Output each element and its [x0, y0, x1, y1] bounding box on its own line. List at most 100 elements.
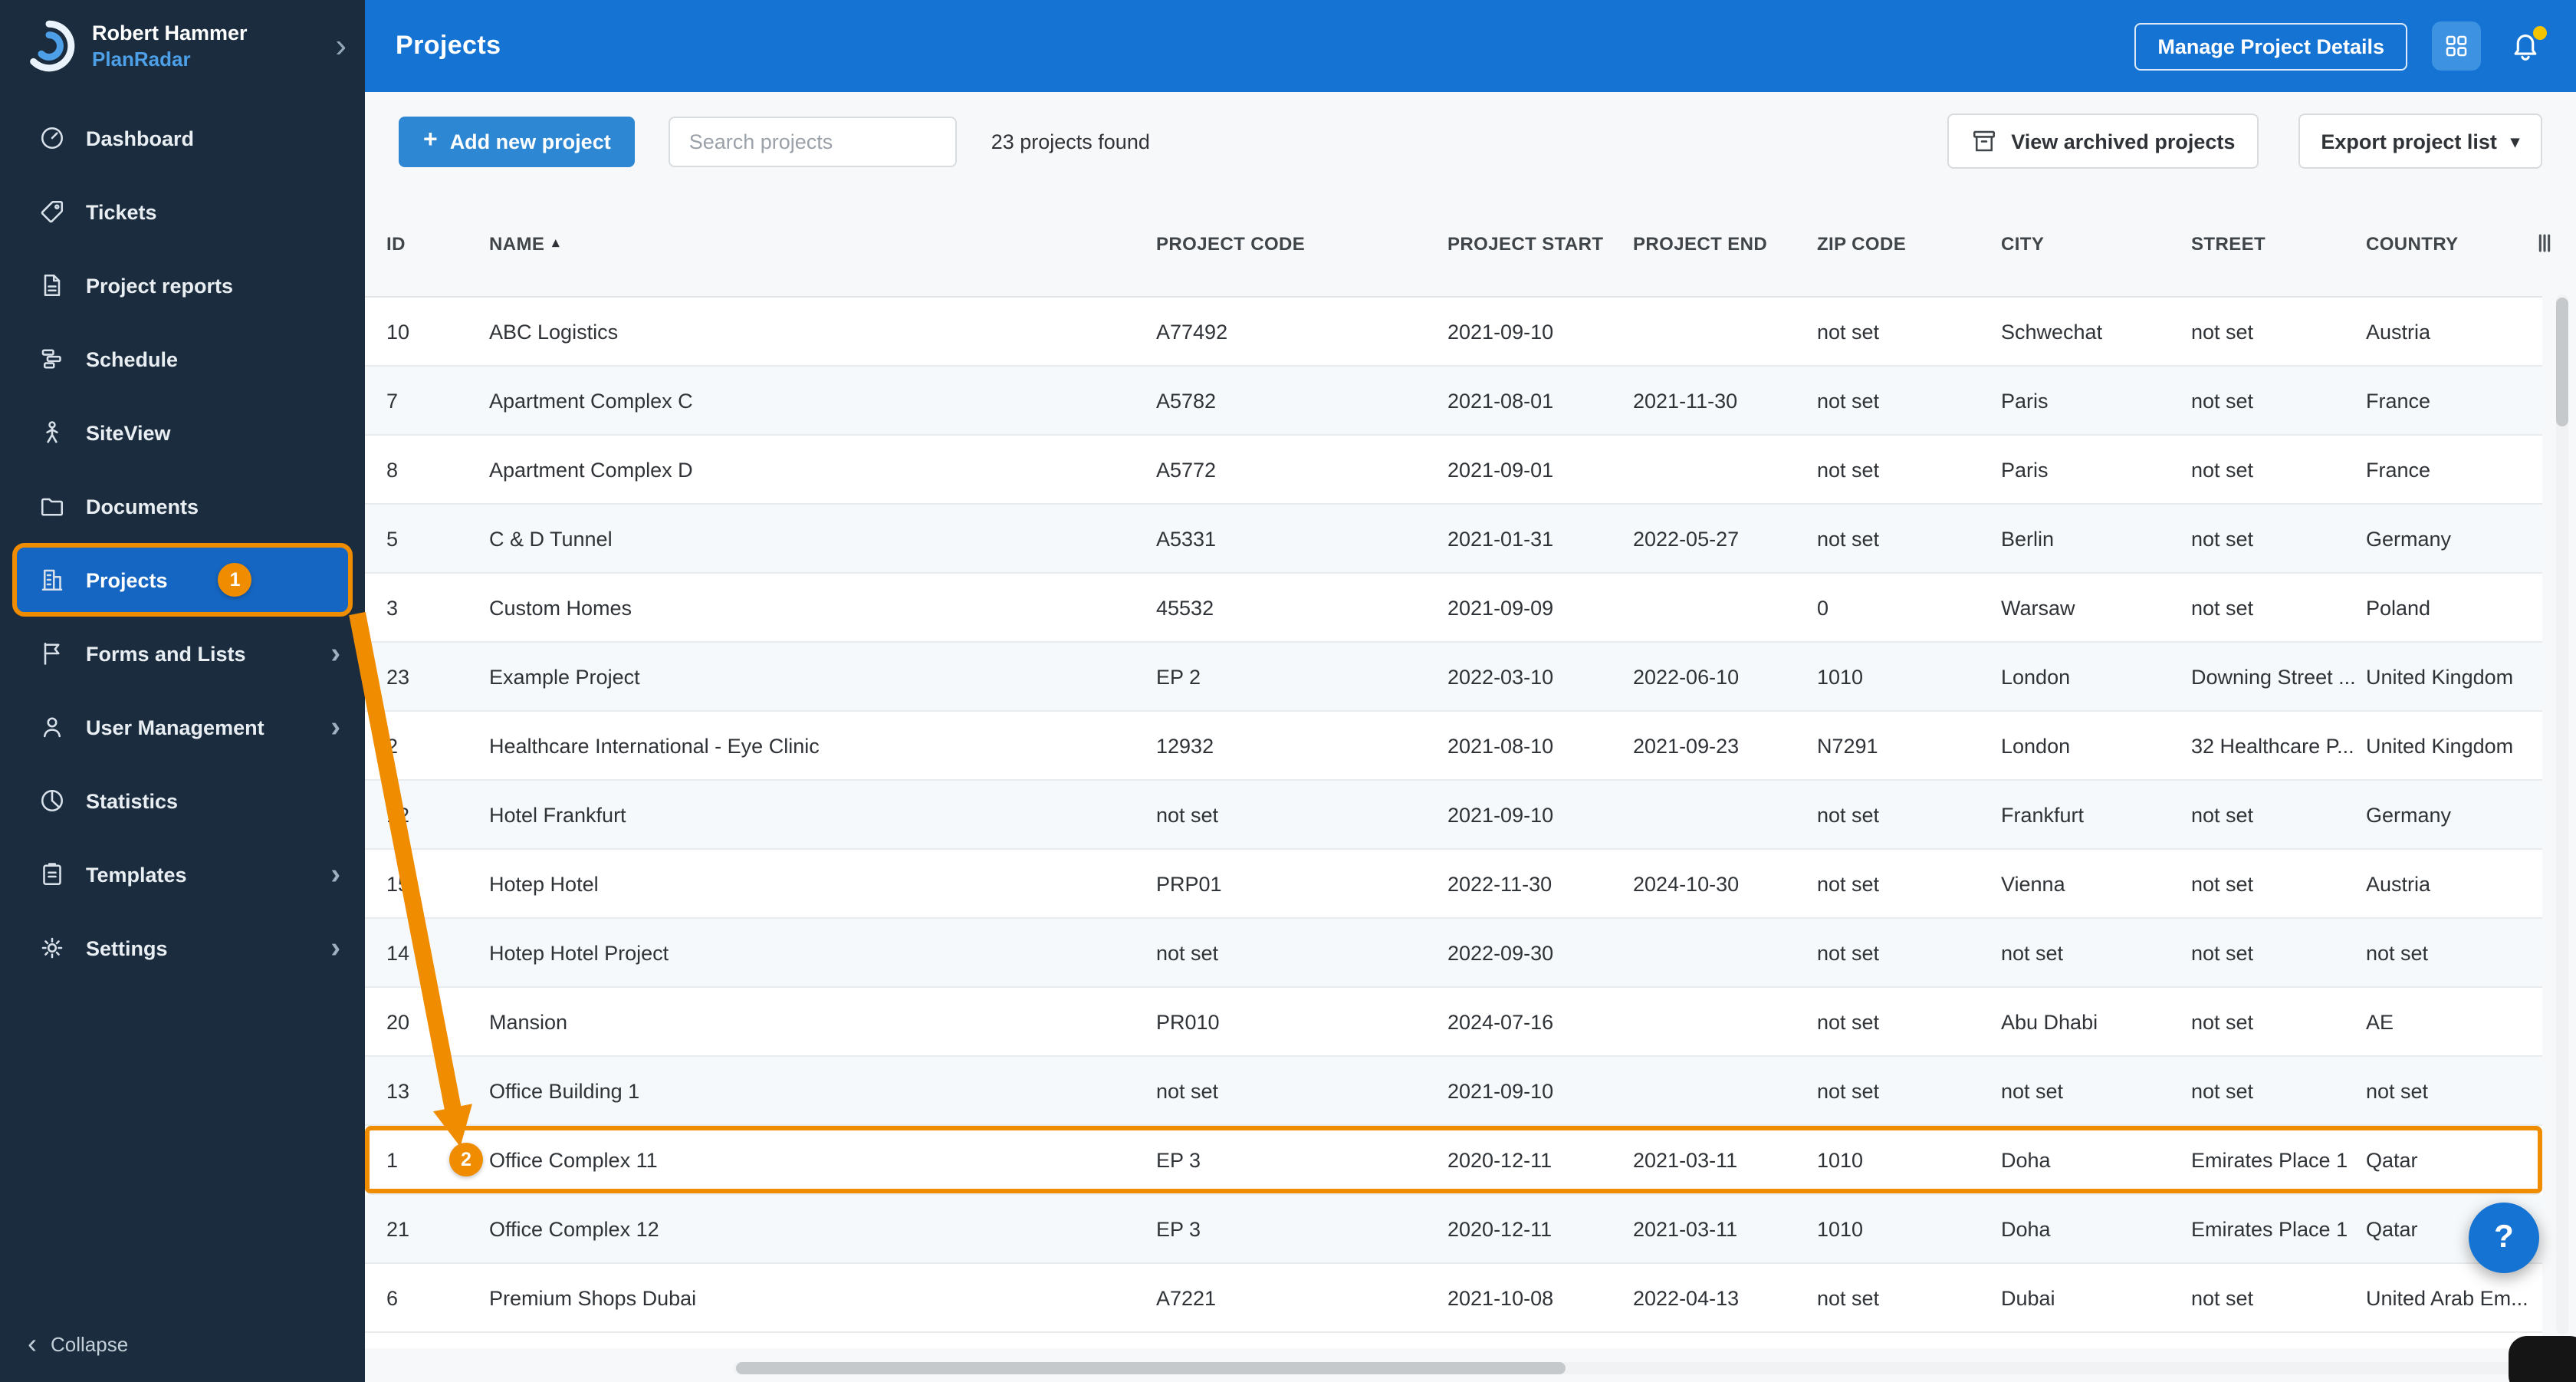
sidebar-item-label: User Management — [86, 716, 264, 739]
cell-city: Paris — [2001, 458, 2049, 481]
column-label: PROJECT CODE — [1156, 232, 1306, 254]
vertical-scrollbar[interactable] — [2556, 294, 2568, 1334]
sidebar-item-templates[interactable]: Templates › — [0, 837, 365, 911]
table-row-highlighted[interactable]: 1 Office Complex 11 EP 3 2020-12-11 2021-03-… — [365, 1126, 2542, 1195]
collapse-button[interactable]: ‹ Collapse — [0, 1305, 365, 1382]
cell-zip-code: 1010 — [1817, 1217, 1864, 1240]
sidebar-item-user-management[interactable]: User Management › — [0, 690, 365, 764]
cell-city: London — [2001, 734, 2071, 757]
column-settings-button[interactable] — [2528, 227, 2561, 259]
column-header-project-end[interactable]: PROJECT END — [1633, 232, 1817, 254]
sidebar-item-forms-and-lists[interactable]: Forms and Lists › — [0, 617, 365, 690]
chevron-right-icon: › — [330, 858, 340, 890]
column-header-country[interactable]: COUNTRY — [2366, 232, 2542, 254]
cell-id: 7 — [386, 389, 399, 412]
results-count: 23 projects found — [991, 130, 1150, 153]
view-archived-projects-button[interactable]: View archived projects — [1947, 114, 2259, 169]
cell-id: 10 — [386, 320, 410, 343]
cell-id: 12 — [386, 803, 410, 826]
sidebar-item-schedule[interactable]: Schedule — [0, 322, 365, 396]
search-input[interactable] — [669, 116, 958, 166]
column-header-zip-code[interactable]: ZIP CODE — [1817, 232, 2001, 254]
table-row[interactable]: 6 Premium Shops Dubai A7221 2021-10-08 2022-… — [365, 1264, 2542, 1333]
table-row[interactable]: 7 Apartment Complex C A5782 2021-08-01 2021-… — [365, 367, 2542, 436]
cell-project-code: not set — [1156, 941, 1219, 964]
sidebar-item-settings[interactable]: Settings › — [0, 911, 365, 985]
cell-project-code: EP 2 — [1156, 665, 1201, 688]
column-header-name[interactable]: NAME ▴ — [489, 232, 1156, 254]
column-header-id[interactable]: ID — [386, 232, 489, 254]
help-button[interactable]: ? — [2469, 1203, 2539, 1273]
sidebar-item-project-reports[interactable]: Project reports — [0, 248, 365, 322]
cell-name: Hotel Frankfurt — [489, 803, 626, 826]
column-header-project-start[interactable]: PROJECT START — [1447, 232, 1633, 254]
cell-name: Apartment Complex D — [489, 458, 693, 481]
manage-project-details-button[interactable]: Manage Project Details — [2134, 22, 2407, 70]
table-row[interactable]: 2 Healthcare International - Eye Clinic 12… — [365, 712, 2542, 781]
column-header-project-code[interactable]: PROJECT CODE — [1156, 232, 1447, 254]
siteview-icon — [38, 419, 66, 446]
add-new-project-label: Add new project — [449, 130, 611, 153]
cell-city: Frankfurt — [2001, 803, 2085, 826]
sidebar-item-siteview[interactable]: SiteView — [0, 396, 365, 469]
table-row[interactable]: 14 Hotep Hotel Project not set 2022-09-30 no… — [365, 919, 2542, 988]
table-row[interactable]: 10 ABC Logistics A77492 2021-09-10 not set Sc… — [365, 298, 2542, 367]
notification-dot — [2533, 26, 2547, 40]
table-row[interactable]: 20 Mansion PR010 2024-07-16 not set Abu Dhabi… — [365, 988, 2542, 1057]
column-label: COUNTRY — [2366, 232, 2459, 254]
table-row[interactable]: 13 Office Building 1 not set 2021-09-10 not … — [365, 1057, 2542, 1126]
user-profile[interactable]: Robert Hammer PlanRadar › — [0, 0, 365, 92]
table-row[interactable]: 5 C & D Tunnel A5331 2021-01-31 2022-05-27 no… — [365, 505, 2542, 574]
sidebar-item-dashboard[interactable]: Dashboard — [0, 101, 365, 175]
table-row[interactable]: 21 Office Complex 12 EP 3 2020-12-11 2021-03… — [365, 1195, 2542, 1264]
sidebar-item-tickets[interactable]: Tickets — [0, 175, 365, 248]
step-1-badge: 1 — [218, 563, 252, 597]
cell-name: Mansion — [489, 1010, 568, 1033]
column-label: PROJECT START — [1447, 232, 1604, 254]
add-new-project-button[interactable]: + Add new project — [399, 116, 636, 166]
view-archived-label: View archived projects — [2011, 130, 2236, 153]
column-header-city[interactable]: CITY — [2001, 232, 2191, 254]
table-row[interactable]: 15 Hotep Hotel PRP01 2022-11-30 2024-10-30 no… — [365, 850, 2542, 919]
cell-project-start: 2022-09-30 — [1447, 941, 1554, 964]
vertical-scrollbar-thumb[interactable] — [2556, 298, 2568, 426]
cell-project-code: PRP01 — [1156, 872, 1222, 895]
sidebar-item-statistics[interactable]: Statistics — [0, 764, 365, 837]
horizontal-scrollbar-thumb[interactable] — [736, 1362, 1566, 1374]
table-row[interactable]: 23 Example Project EP 2 2022-03-10 2022-06-1… — [365, 643, 2542, 712]
export-project-list-button[interactable]: Export project list ▾ — [2298, 114, 2542, 169]
cell-project-end: 2021-03-11 — [1633, 1148, 1738, 1171]
sidebar-item-projects[interactable]: Projects 1 — [12, 543, 353, 617]
table-row[interactable]: 12 Hotel Frankfurt not set 2021-09-10 not se… — [365, 781, 2542, 850]
notifications-button[interactable] — [2505, 26, 2547, 66]
sidebar-item-documents[interactable]: Documents — [0, 469, 365, 543]
step-2-badge: 2 — [449, 1143, 483, 1176]
apps-button[interactable] — [2432, 21, 2481, 71]
cell-name: Custom Homes — [489, 596, 632, 619]
table-row[interactable]: 8 Apartment Complex D A5772 2021-09-01 not s… — [365, 436, 2542, 505]
cell-country: not set — [2366, 941, 2429, 964]
table-row[interactable]: 3 Custom Homes 45532 2021-09-09 0 Warsaw not s… — [365, 574, 2542, 643]
cell-project-end: 2022-06-10 — [1633, 665, 1740, 688]
cell-street: not set — [2191, 872, 2254, 895]
cell-country: Qatar — [2366, 1148, 2418, 1171]
cell-zip-code: N7291 — [1817, 734, 1878, 757]
cell-project-start: 2021-01-31 — [1447, 527, 1554, 550]
schedule-icon — [38, 345, 66, 373]
cell-project-start: 2020-12-11 — [1447, 1217, 1552, 1240]
cell-project-start: 2022-03-10 — [1447, 665, 1554, 688]
cell-country: not set — [2366, 1079, 2429, 1102]
cell-street: 32 Healthcare P... — [2191, 734, 2354, 757]
column-header-street[interactable]: STREET — [2191, 232, 2366, 254]
page-title: Projects — [396, 31, 501, 60]
collapse-label: Collapse — [51, 1332, 129, 1355]
horizontal-scrollbar[interactable] — [733, 1362, 2536, 1374]
cell-name: Office Complex 12 — [489, 1217, 659, 1240]
cell-project-start: 2021-08-10 — [1447, 734, 1554, 757]
column-label: ID — [386, 232, 406, 254]
sidebar-item-label: Documents — [86, 495, 199, 518]
cell-name: C & D Tunnel — [489, 527, 613, 550]
cell-street: not set — [2191, 1010, 2254, 1033]
cell-project-code: A77492 — [1156, 320, 1228, 343]
cell-country: Austria — [2366, 320, 2431, 343]
